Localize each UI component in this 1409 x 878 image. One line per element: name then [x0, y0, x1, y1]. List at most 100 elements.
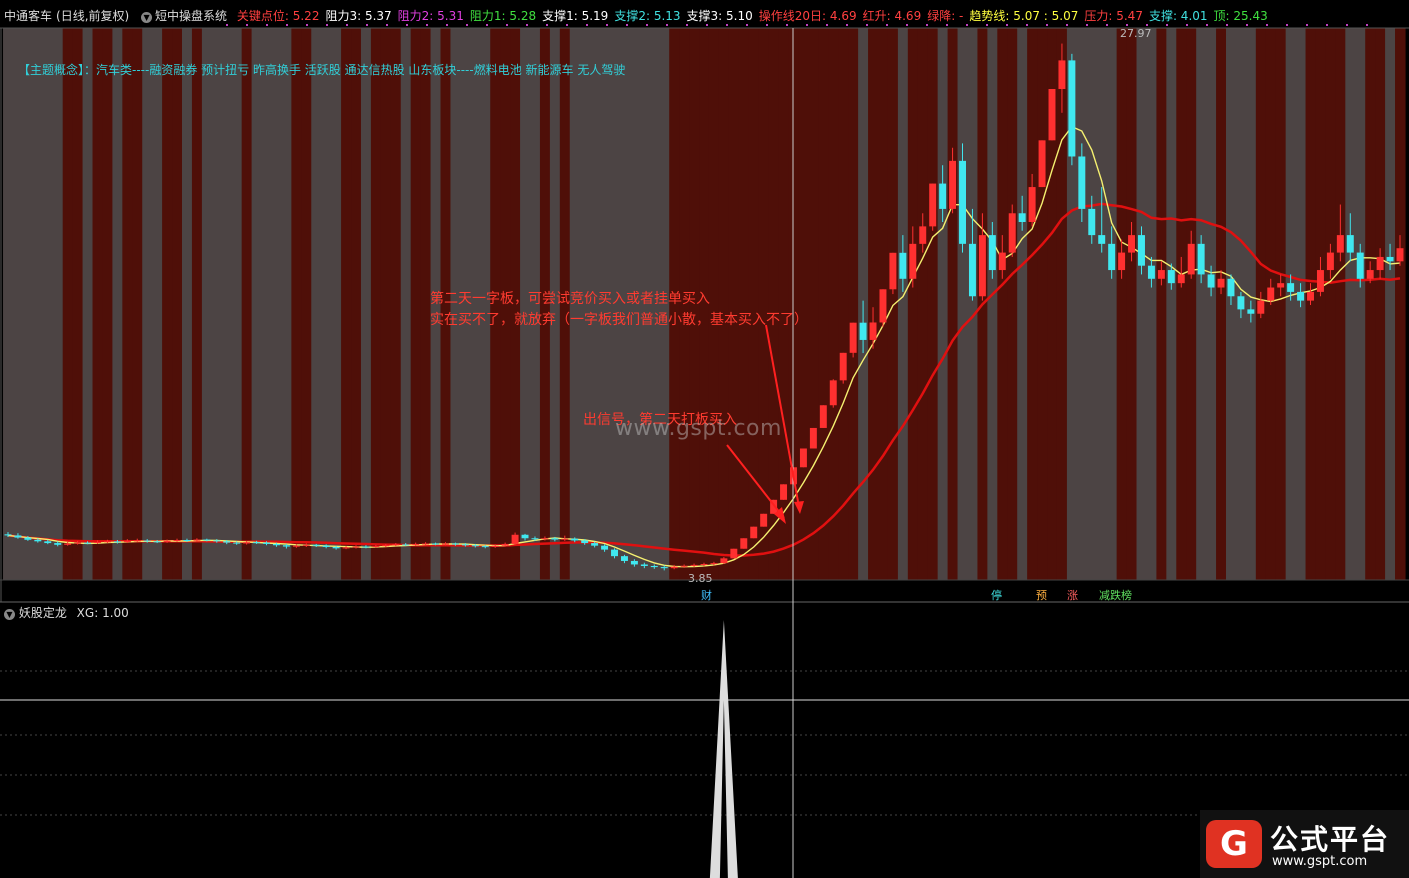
trend-band: [132, 28, 143, 580]
trend-band: [1007, 28, 1018, 580]
trend-band: [360, 28, 372, 580]
trend-band: [1126, 28, 1138, 580]
candle-body: [680, 565, 688, 567]
candle-body: [272, 543, 280, 546]
candle-body: [14, 535, 22, 538]
trend-band: [748, 28, 760, 580]
candle-body: [1138, 235, 1145, 266]
candle-body: [1098, 235, 1106, 244]
candle-body: [1386, 256, 1394, 262]
trend-band: [768, 28, 780, 580]
trend-band: [1027, 28, 1038, 580]
candle-body: [54, 543, 62, 545]
candle-body: [1008, 213, 1016, 253]
candle-body: [998, 252, 1006, 271]
trend-band: [1156, 28, 1167, 580]
trend-band: [380, 28, 392, 580]
candle-body: [352, 546, 360, 548]
trend-band: [1146, 28, 1157, 580]
trend-band: [400, 28, 412, 580]
candle-body: [710, 563, 718, 565]
trend-band: [798, 28, 809, 580]
candle-body: [1247, 309, 1255, 314]
candle-body: [74, 542, 82, 544]
trend-band: [42, 28, 54, 580]
candle-body: [1038, 140, 1046, 188]
tag-list[interactable]: 减跌榜: [1098, 587, 1133, 603]
candle-body: [481, 546, 489, 548]
tag-halt[interactable]: 停: [990, 587, 1003, 603]
candle-body: [1108, 243, 1116, 271]
candle-body: [1346, 235, 1354, 253]
trend-band: [221, 28, 233, 580]
trend-band: [191, 28, 203, 580]
trend-band: [947, 28, 959, 580]
trend-band: [1335, 28, 1346, 580]
candle-body: [551, 538, 559, 540]
trend-band: [321, 28, 332, 580]
candle-body: [859, 322, 867, 340]
candle-body: [153, 541, 161, 543]
candle-body: [1157, 270, 1165, 279]
candle-body: [94, 541, 101, 544]
candle-body: [889, 252, 897, 290]
candle-body: [839, 352, 847, 381]
trend-band: [72, 28, 84, 580]
candle-body: [233, 542, 241, 544]
tag-forecast[interactable]: 预: [1035, 587, 1048, 603]
trend-band: [957, 28, 969, 580]
candle-body: [501, 543, 509, 546]
candle-body: [1078, 156, 1086, 209]
high-price-label: 27.97: [1120, 27, 1152, 40]
trend-band: [1166, 28, 1177, 580]
trend-band: [1086, 28, 1098, 580]
candle-body: [630, 560, 638, 565]
candle-body: [1207, 274, 1215, 288]
tag-rise[interactable]: 涨: [1066, 587, 1079, 603]
trend-band: [152, 28, 163, 580]
trend-band: [1216, 28, 1227, 580]
candle-body: [750, 526, 758, 539]
tag-finance[interactable]: 财: [700, 587, 713, 603]
chevron-down-icon[interactable]: ▼: [4, 609, 15, 620]
candle-body: [829, 380, 837, 406]
trend-band: [201, 28, 213, 580]
indicator-name[interactable]: 妖股定龙: [19, 606, 67, 620]
watermark: www.gspt.com: [615, 416, 782, 441]
candle-body: [1217, 278, 1225, 288]
trend-band: [1206, 28, 1217, 580]
trend-band: [937, 28, 949, 580]
candle-body: [640, 564, 648, 566]
trend-band: [370, 28, 382, 580]
trend-band: [1037, 28, 1048, 580]
signal-spike: [709, 620, 738, 878]
trend-band: [1375, 28, 1386, 580]
trend-band: [1395, 28, 1406, 580]
trend-band: [1285, 28, 1297, 580]
trend-band: [172, 28, 183, 580]
theme-concept: 【主题概念】：汽车类----融资融券 预计扭亏 昨高换手 活跃股 通达信热股 山…: [18, 63, 626, 77]
candle-body: [869, 322, 877, 340]
candle-body: [442, 543, 449, 545]
trend-band: [1196, 28, 1207, 580]
candle-body: [213, 540, 221, 542]
trend-band: [927, 28, 939, 580]
indicator-grid: [0, 670, 1409, 816]
candle-body: [1287, 283, 1295, 292]
trend-band: [112, 28, 123, 580]
trend-band: [818, 28, 829, 580]
trend-band: [301, 28, 312, 580]
candle-body: [720, 558, 728, 564]
candle-body: [1068, 60, 1076, 157]
candle-body: [163, 540, 171, 542]
candle-body: [34, 539, 42, 542]
candle-body: [959, 160, 966, 244]
trend-band: [1385, 28, 1396, 580]
candle-body: [1366, 270, 1374, 279]
trend-band: [1345, 28, 1356, 580]
candle-body: [879, 289, 887, 323]
candle-body: [799, 448, 807, 468]
candle-body: [133, 540, 141, 542]
candle-body: [471, 545, 479, 547]
candle-body: [103, 541, 111, 543]
